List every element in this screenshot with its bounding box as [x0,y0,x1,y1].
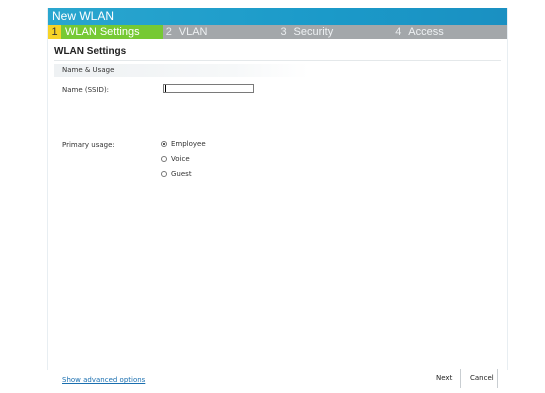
radio-unchecked-icon[interactable] [161,171,167,177]
dialog-title: New WLAN [48,8,507,25]
step-number: 3 [280,26,287,38]
section-title: WLAN Settings [54,46,127,57]
group-header-name-usage: Name & Usage [54,64,309,77]
new-wlan-dialog: New WLAN 1 WLAN Settings 2 VLAN 3 Securi… [47,8,508,388]
usage-option-employee[interactable]: Employee [161,140,206,148]
usage-option-label: Voice [171,155,190,163]
step-label: Access [408,26,444,38]
section-divider [54,60,501,61]
wizard-steps: 1 WLAN Settings 2 VLAN 3 Security 4 Acce… [48,25,507,39]
wizard-step-vlan[interactable]: 2 VLAN [162,25,278,39]
usage-option-guest[interactable]: Guest [161,170,192,178]
radio-checked-icon[interactable] [161,141,167,147]
show-advanced-options-link[interactable]: Show advanced options [62,376,145,384]
wizard-step-security[interactable]: 3 Security [277,25,393,39]
text-caret [165,85,166,92]
cancel-button[interactable]: Cancel [462,369,498,388]
step-label: WLAN Settings [65,26,140,38]
usage-option-voice[interactable]: Voice [161,155,190,163]
next-button[interactable]: Next [428,369,461,388]
wizard-step-access[interactable]: 4 Access [392,25,507,39]
wizard-step-wlan-settings[interactable]: 1 WLAN Settings [48,25,163,39]
step-number: 2 [165,26,172,38]
step-number: 1 [48,25,61,39]
primary-usage-label: Primary usage: [62,141,115,149]
step-label: VLAN [178,26,208,38]
usage-option-label: Employee [171,140,206,148]
usage-option-label: Guest [171,170,192,178]
step-number: 4 [395,26,402,38]
step-label: Security [293,26,334,38]
ssid-label: Name (SSID): [62,86,110,94]
radio-unchecked-icon[interactable] [161,156,167,162]
ssid-input[interactable] [163,84,254,93]
